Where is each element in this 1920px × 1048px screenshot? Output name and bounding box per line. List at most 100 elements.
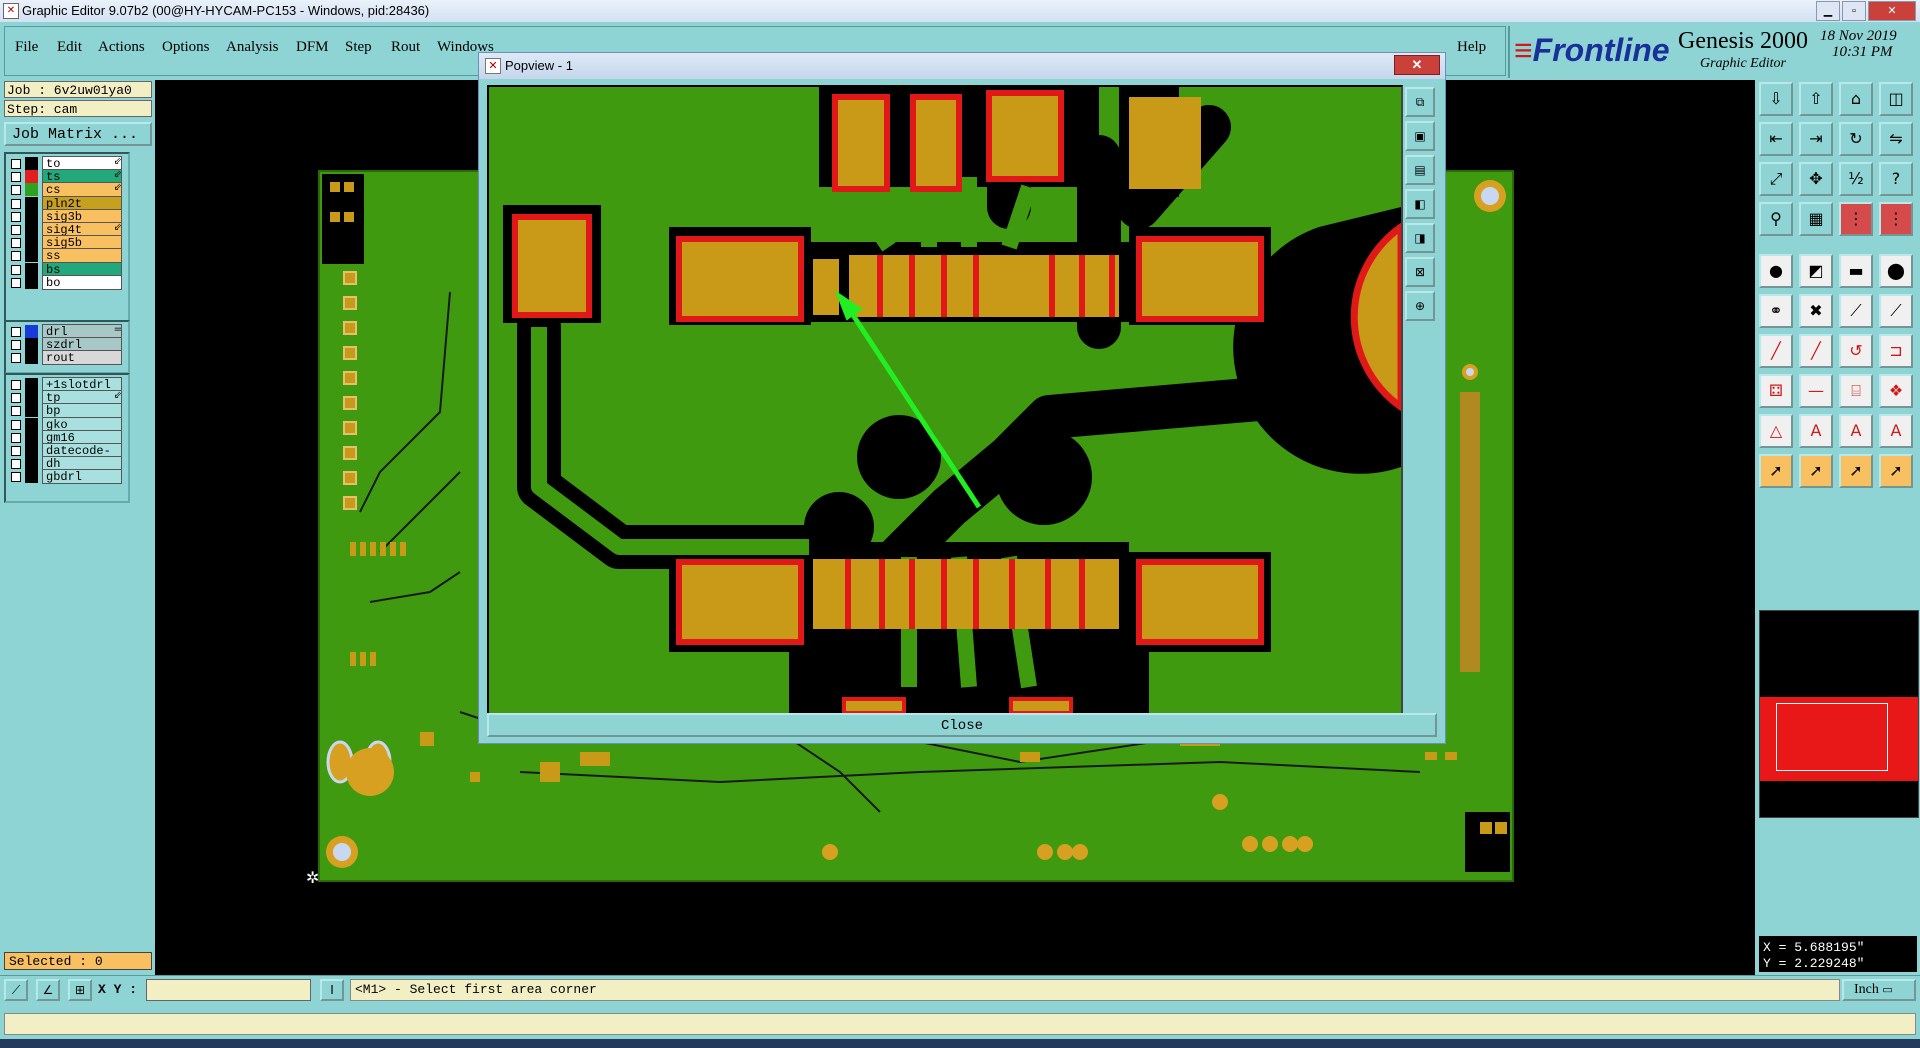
popview-zoom-view[interactable] [487, 85, 1403, 715]
layer-color-swatch[interactable] [25, 325, 38, 338]
layer-checkbox[interactable] [11, 419, 21, 430]
mini-navigator[interactable] [1759, 610, 1919, 818]
layer-checkbox[interactable] [11, 446, 21, 456]
layer-color-swatch[interactable] [25, 351, 38, 365]
snap-mode-icon[interactable]: ⟋ [4, 979, 28, 1001]
layer-color-swatch[interactable] [25, 404, 38, 418]
maximize-icon[interactable]: ▫ [1842, 1, 1866, 21]
menu-analysis[interactable]: Analysis [226, 39, 279, 56]
layer-color-swatch[interactable] [25, 470, 38, 484]
line-pt-icon[interactable]: ⟋ [1839, 294, 1873, 328]
grid-mode-icon[interactable]: ⊞ [68, 979, 92, 1001]
pointer3-icon[interactable]: ➚ [1839, 454, 1873, 488]
layer-color-swatch[interactable] [25, 275, 38, 289]
menu-file[interactable]: File [15, 39, 38, 56]
menu-actions[interactable]: Actions [98, 39, 145, 56]
layer-checkbox[interactable] [11, 198, 21, 209]
layer-checkbox[interactable] [11, 172, 21, 183]
center-icon[interactable]: ⊕ [1405, 291, 1435, 321]
shape-icon[interactable]: ⊐ [1879, 334, 1913, 368]
xy-input[interactable] [146, 979, 311, 1001]
job-matrix-button[interactable]: Job Matrix ... [4, 122, 152, 146]
multi-icon[interactable]: ❖ [1879, 374, 1913, 408]
help-icon[interactable]: ? [1879, 162, 1913, 196]
bracket-icon[interactable]: ⌸ [1839, 374, 1873, 408]
load-icon[interactable]: ⇧ [1799, 82, 1833, 116]
text-a3-icon[interactable]: A [1879, 414, 1913, 448]
arc-icon[interactable]: ↺ [1839, 334, 1873, 368]
save-icon[interactable]: ⇩ [1759, 82, 1793, 116]
layer-color-swatch[interactable] [25, 444, 38, 457]
point-icon[interactable]: ⬤ [1879, 254, 1913, 288]
layer-checkbox[interactable] [11, 432, 21, 443]
home-icon[interactable]: ⌂ [1839, 82, 1873, 116]
import-icon[interactable]: ⇤ [1759, 122, 1793, 156]
info-icon[interactable]: I [320, 979, 344, 1001]
text-a2-icon[interactable]: A [1839, 414, 1873, 448]
layer-color-swatch[interactable] [25, 417, 38, 431]
line-pt2-icon[interactable]: ⟋ [1879, 294, 1913, 328]
cross-icon[interactable]: ✖ [1799, 294, 1833, 328]
layer-color-swatch[interactable] [25, 223, 38, 236]
snap-icon[interactable]: ⊠ [1405, 257, 1435, 287]
menu-options[interactable]: Options [162, 39, 210, 56]
pointer-icon[interactable]: ➚ [1759, 454, 1793, 488]
pads-icon[interactable]: ⚃ [1759, 374, 1793, 408]
layer-checkbox[interactable] [11, 211, 21, 222]
layer-checkbox[interactable] [11, 380, 21, 390]
layer-checkbox[interactable] [11, 225, 21, 235]
layer-color-swatch[interactable] [25, 236, 38, 250]
layer-color-swatch[interactable] [25, 249, 38, 263]
mirror-icon[interactable]: ⇋ [1879, 122, 1913, 156]
layer-checkbox[interactable] [11, 459, 21, 470]
layer-color-swatch[interactable] [25, 183, 38, 197]
measure-icon[interactable]: ⚲ [1759, 202, 1793, 236]
pointer-step-icon[interactable]: ➚ [1879, 454, 1913, 488]
triangle-icon[interactable]: △ [1759, 414, 1793, 448]
layer-color-swatch[interactable] [25, 457, 38, 471]
layer-checkbox[interactable] [11, 159, 21, 169]
angle-mode-icon[interactable]: ∠ [36, 979, 60, 1001]
slash-icon[interactable]: ╱ [1799, 334, 1833, 368]
dash-icon[interactable]: — [1799, 374, 1833, 408]
traffic-icon[interactable]: ⋮ [1839, 202, 1873, 236]
menu-step[interactable]: Step [345, 39, 372, 56]
pan-left-icon[interactable]: ◧ [1405, 189, 1435, 219]
line-icon[interactable]: ╱ [1759, 334, 1793, 368]
layer-checkbox[interactable] [11, 353, 21, 364]
layer-color-swatch[interactable] [25, 262, 38, 276]
ruler-icon[interactable]: ▬ [1839, 254, 1873, 288]
fit-icon[interactable]: ⤢ [1759, 162, 1793, 196]
menu-edit[interactable]: Edit [57, 39, 82, 56]
layer-checkbox[interactable] [11, 277, 21, 288]
ratio-icon[interactable]: ½ [1839, 162, 1873, 196]
pointer2-icon[interactable]: ➚ [1799, 454, 1833, 488]
expand-icon[interactable]: ✥ [1799, 162, 1833, 196]
pan-right-icon[interactable]: ◨ [1405, 223, 1435, 253]
layer-color-swatch[interactable] [25, 209, 38, 223]
layer-checkbox[interactable] [11, 406, 21, 417]
minimize-icon[interactable]: ▁ [1816, 1, 1840, 21]
layer-color-swatch[interactable] [25, 430, 38, 444]
popview-close-button[interactable]: Close [487, 713, 1437, 737]
layer-checkbox[interactable] [11, 340, 21, 351]
window-icon[interactable]: ◫ [1879, 82, 1913, 116]
rotate-icon[interactable]: ↻ [1839, 122, 1873, 156]
layer-checkbox[interactable] [11, 393, 21, 404]
zoom-out-icon[interactable]: ▤ [1405, 155, 1435, 185]
popview-close-icon[interactable]: ✕ [1394, 55, 1440, 75]
menu-dfm[interactable]: DFM [296, 39, 329, 56]
layer-color-swatch[interactable] [25, 338, 38, 352]
zoom-in-icon[interactable]: ▣ [1405, 121, 1435, 151]
layer-color-swatch[interactable] [25, 170, 38, 184]
pad-icon[interactable]: ● [1759, 254, 1793, 288]
layer-row-rout[interactable]: rout [8, 350, 124, 366]
traffic2-icon[interactable]: ⋮ [1879, 202, 1913, 236]
layer-checkbox[interactable] [11, 472, 21, 483]
layer-row-gbdrl[interactable]: gbdrl [8, 469, 124, 485]
layer-checkbox[interactable] [11, 238, 21, 249]
nav-view-rect[interactable] [1776, 703, 1888, 771]
layer-checkbox[interactable] [11, 264, 21, 275]
layer-checkbox[interactable] [11, 251, 21, 262]
layer-color-swatch[interactable] [25, 378, 38, 391]
